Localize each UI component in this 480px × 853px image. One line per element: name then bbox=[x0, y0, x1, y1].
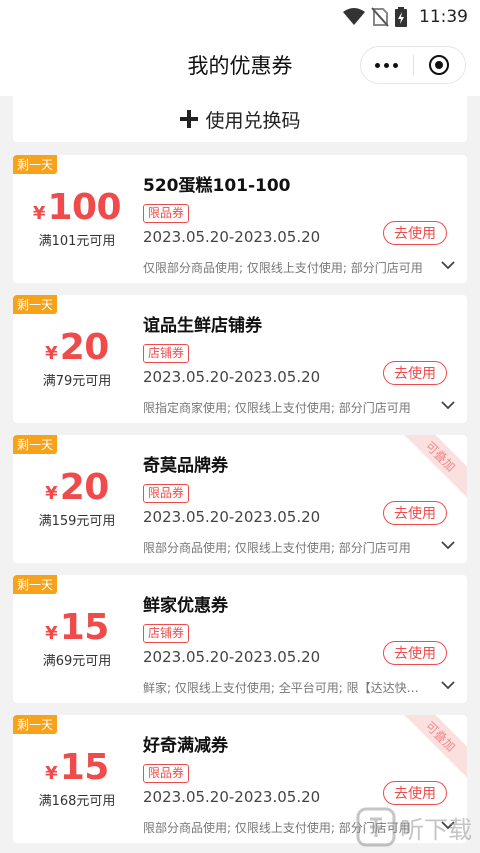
more-dots-icon bbox=[375, 62, 399, 68]
coupon-list: 剩一天 ¥100 满101元可用 520蛋糕101-100 限品券 2023.0… bbox=[13, 155, 467, 853]
coupon-card[interactable]: 剩一天 可叠加 ¥20 满159元可用 奇莫品牌券 限品券 2023.05.20… bbox=[13, 435, 467, 563]
coupon-title: 谊品生鲜店铺券 bbox=[143, 316, 262, 336]
redeem-code-button[interactable]: 使用兑换码 bbox=[13, 96, 467, 142]
page-title: 我的优惠券 bbox=[187, 54, 293, 78]
coupon-threshold: 满159元可用 bbox=[38, 514, 116, 529]
coupon-rules: 仅限部分商品使用; 仅限线上支付使用; 部分门店可用 bbox=[143, 261, 423, 275]
chevron-down-icon[interactable] bbox=[441, 540, 455, 550]
coupon-title: 鲜家优惠券 bbox=[143, 596, 228, 616]
clock: 11:39 bbox=[419, 7, 468, 27]
coupon-rules: 限指定商家使用; 仅限线上支付使用; 部分门店可用 bbox=[143, 401, 411, 415]
currency-symbol: ¥ bbox=[32, 203, 46, 224]
wifi-icon bbox=[343, 8, 365, 25]
close-mini-program-button[interactable] bbox=[414, 47, 466, 83]
chevron-down-icon[interactable] bbox=[441, 260, 455, 270]
coupon-type-badge: 店铺券 bbox=[143, 344, 190, 363]
use-coupon-button[interactable]: 去使用 bbox=[383, 501, 447, 525]
more-button[interactable] bbox=[361, 47, 413, 83]
coupon-title: 奇莫品牌券 bbox=[143, 456, 228, 476]
no-sim-icon bbox=[371, 7, 389, 27]
price-block: ¥20 满159元可用 bbox=[13, 467, 141, 529]
status-bar: 11:39 bbox=[0, 0, 480, 34]
use-coupon-button[interactable]: 去使用 bbox=[383, 641, 447, 665]
price-block: ¥20 满79元可用 bbox=[13, 327, 141, 389]
plus-icon bbox=[180, 110, 199, 128]
redeem-code-label: 使用兑换码 bbox=[205, 109, 301, 132]
expiry-tag: 剩一天 bbox=[13, 715, 57, 734]
currency-symbol: ¥ bbox=[45, 623, 58, 644]
coupon-rules: 鲜家; 仅限线上支付使用; 全平台可用; 限【达达快送】 bbox=[143, 681, 427, 695]
expiry-tag: 剩一天 bbox=[13, 435, 57, 454]
coupon-card[interactable]: 剩一天 ¥20 满79元可用 谊品生鲜店铺券 店铺券 2023.05.20-20… bbox=[13, 295, 467, 423]
watermark: 听下载 bbox=[356, 807, 472, 847]
currency-symbol: ¥ bbox=[45, 483, 58, 504]
battery-charging-icon bbox=[395, 7, 407, 27]
coupon-type-badge: 店铺券 bbox=[143, 624, 190, 643]
coupon-type-badge: 限品券 bbox=[143, 204, 190, 223]
watermark-text: 听下载 bbox=[400, 815, 472, 844]
coupon-card[interactable]: 剩一天 ¥15 满69元可用 鲜家优惠券 店铺券 2023.05.20-2023… bbox=[13, 575, 467, 703]
use-coupon-button[interactable]: 去使用 bbox=[383, 361, 447, 385]
coupon-threshold: 满101元可用 bbox=[38, 234, 116, 249]
coupon-amount: 15 bbox=[59, 747, 110, 788]
expiry-tag: 剩一天 bbox=[13, 155, 57, 174]
coupon-type-badge: 限品券 bbox=[143, 764, 190, 783]
target-circle-icon bbox=[429, 55, 450, 75]
price-block: ¥15 满69元可用 bbox=[13, 607, 141, 669]
coupon-amount: 100 bbox=[47, 187, 122, 228]
coupon-amount: 15 bbox=[59, 607, 110, 648]
expiry-tag: 剩一天 bbox=[13, 295, 57, 314]
coupon-amount: 20 bbox=[59, 467, 110, 508]
nav-bar: 我的优惠券 bbox=[0, 34, 480, 96]
mini-program-capsule bbox=[360, 46, 466, 84]
coupon-rules: 限部分商品使用; 仅限线上支付使用; 部分门店可用 bbox=[143, 541, 411, 555]
coupon-title: 520蛋糕101-100 bbox=[143, 176, 291, 196]
coupon-amount: 20 bbox=[59, 327, 110, 368]
chevron-down-icon[interactable] bbox=[441, 400, 455, 410]
watermark-logo-icon bbox=[356, 807, 396, 847]
price-block: ¥15 满168元可用 bbox=[13, 747, 141, 809]
chevron-down-icon[interactable] bbox=[441, 680, 455, 690]
price-block: ¥100 满101元可用 bbox=[13, 187, 141, 249]
expiry-tag: 剩一天 bbox=[13, 575, 57, 594]
coupon-type-badge: 限品券 bbox=[143, 484, 190, 503]
coupon-card[interactable]: 剩一天 ¥100 满101元可用 520蛋糕101-100 限品券 2023.0… bbox=[13, 155, 467, 283]
coupon-threshold: 满168元可用 bbox=[38, 794, 116, 809]
use-coupon-button[interactable]: 去使用 bbox=[383, 221, 447, 245]
coupon-title: 好奇满减券 bbox=[143, 736, 228, 756]
coupon-threshold: 满69元可用 bbox=[42, 654, 112, 669]
currency-symbol: ¥ bbox=[45, 763, 58, 784]
use-coupon-button[interactable]: 去使用 bbox=[383, 781, 447, 805]
currency-symbol: ¥ bbox=[45, 343, 58, 364]
coupon-threshold: 满79元可用 bbox=[42, 374, 112, 389]
